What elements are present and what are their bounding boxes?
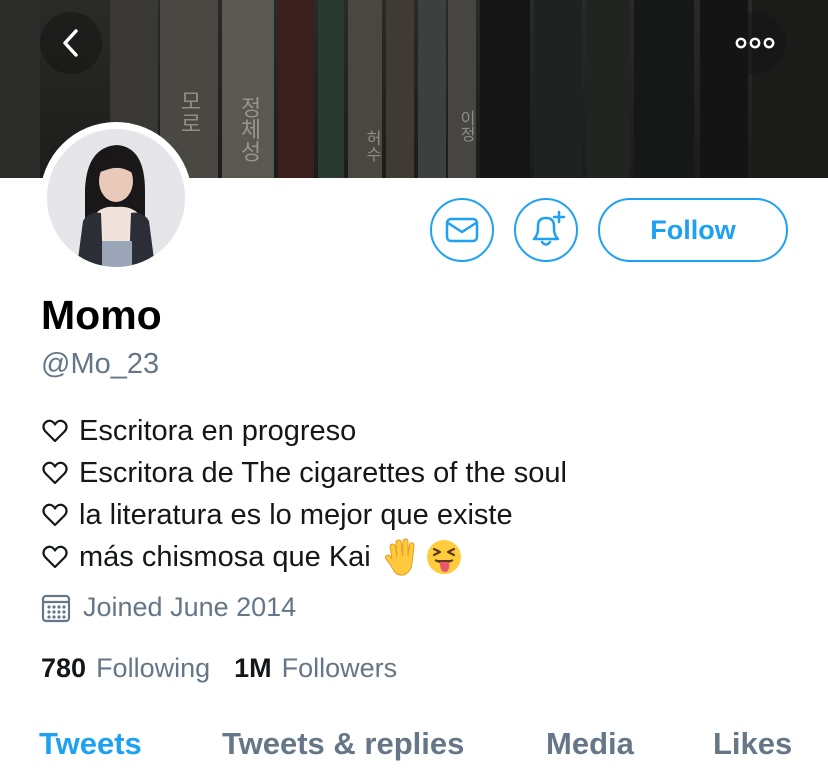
bio-text: más chismosa que Kai — [79, 540, 371, 573]
banner-book-text: 허수 — [363, 130, 382, 162]
bio-line: Escritora en progreso — [41, 410, 801, 452]
heart-icon — [42, 545, 68, 569]
calendar-icon — [41, 594, 71, 622]
following-count[interactable]: 780 — [41, 653, 86, 684]
chevron-left-icon — [63, 29, 78, 57]
banner-book-text: 정체성 — [236, 96, 261, 162]
bio-line: más chismosa que Kai — [41, 536, 801, 578]
tab-tweets-replies[interactable]: Tweets & replies — [222, 726, 464, 762]
banner-book-text: 모로 — [176, 90, 201, 134]
bio-line: Escritora de The cigarettes of the soul — [41, 452, 801, 494]
followers-label[interactable]: Followers — [282, 653, 398, 684]
tab-media[interactable]: Media — [546, 726, 634, 762]
tab-likes[interactable]: Likes — [713, 726, 792, 762]
bio-text: Escritora de The cigarettes of the soul — [79, 456, 567, 489]
tab-tweets[interactable]: Tweets — [39, 726, 142, 762]
banner-book-text: 이정 — [457, 110, 476, 142]
profile-handle: @Mo_23 — [41, 348, 160, 380]
bio-line: la literatura es lo mejor que existe — [41, 494, 801, 536]
heart-icon — [42, 419, 68, 443]
joined-date: Joined June 2014 — [41, 592, 296, 623]
squinting-tongue-emoji-icon — [426, 540, 461, 574]
back-button[interactable] — [40, 12, 102, 74]
followers-count[interactable]: 1M — [234, 653, 272, 684]
mail-icon — [445, 217, 479, 243]
joined-text: Joined June 2014 — [83, 592, 297, 622]
following-label[interactable]: Following — [96, 653, 210, 684]
profile-name: Momo — [41, 292, 162, 338]
profile-tabs: Tweets Tweets & replies Media Likes — [0, 722, 828, 768]
message-button[interactable] — [430, 198, 494, 262]
bio-text: la literatura es lo mejor que existe — [79, 498, 513, 531]
raised-hand-emoji-icon — [384, 538, 415, 576]
avatar-ring[interactable] — [40, 122, 192, 274]
more-horizontal-icon — [735, 37, 775, 49]
follow-button[interactable]: Follow — [598, 198, 788, 262]
profile-bio: Escritora en progreso Escritora de The c… — [41, 410, 801, 578]
profile-stats: 780 Following 1M Followers — [41, 653, 421, 684]
heart-icon — [42, 503, 68, 527]
more-options-button[interactable] — [724, 12, 786, 74]
bell-plus-icon — [532, 211, 566, 246]
heart-icon — [42, 461, 68, 485]
bio-text: Escritora en progreso — [79, 414, 357, 447]
avatar[interactable] — [47, 129, 185, 267]
notifications-button[interactable] — [514, 198, 578, 262]
avatar-photo — [47, 129, 185, 267]
